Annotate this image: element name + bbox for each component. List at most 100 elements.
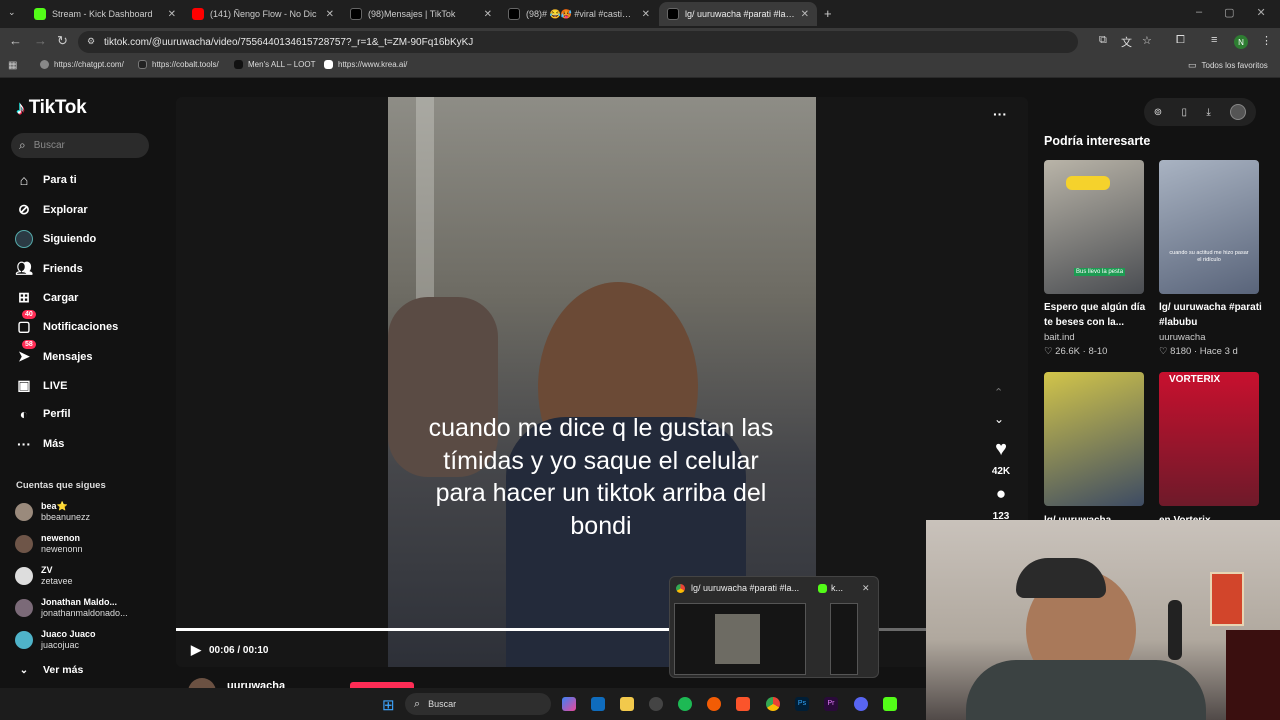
video-thumbnail[interactable]: cuando su actitud me hizo pasar el ridíc… [1159,160,1259,294]
tab-youtube[interactable]: (141) Ñengo Flow - No Dic ✕ [184,2,342,26]
followed-account[interactable]: Jonathan Maldo... jonathanmaldonado... [15,597,128,619]
user-avatar[interactable] [1230,104,1247,120]
preview-thumbnail[interactable] [674,603,806,675]
followed-account[interactable]: ZV zetavee [15,565,73,587]
forward-icon[interactable]: → [34,33,47,48]
friends-icon: 👥︎ [15,260,33,276]
followed-account[interactable]: bea⭐ bbeanunezz [15,501,90,523]
account-handle: juacojuac [41,640,80,650]
tab-tiktok-mensajes[interactable]: (98)Mensajes | TikTok ✕ [342,2,500,26]
notification-badge: 40 [22,310,36,319]
video-thumbnail[interactable]: Bus llevo la pesta [1044,160,1144,294]
profile-avatar[interactable]: N [1234,35,1248,49]
bookmark-loot[interactable]: Men's ALL – LOOT [234,60,315,69]
media-icon[interactable]: ≡ [1211,34,1217,46]
card-title[interactable]: Espero que algún día te beses con la... [1044,300,1156,330]
discord-icon[interactable] [854,697,868,711]
close-tab-icon[interactable]: ✕ [326,9,334,20]
close-window-icon[interactable]: ✕ [1257,6,1266,19]
bookmark-cobalt[interactable]: https://cobalt.tools/ [138,60,219,69]
premiere-icon[interactable]: Pr [824,697,838,711]
brave-icon[interactable] [736,697,750,711]
tiktok-icon [667,8,679,20]
tab-tiktok-viral[interactable]: (98)# 😂🥵 #viral #castigofant ✕ [500,2,658,26]
comment-icon[interactable]: ● [988,484,1014,504]
following-section-title: Cuentas que sigues [16,480,106,491]
reload-icon[interactable]: ↻ [57,33,68,49]
photoshop-icon[interactable]: Ps [795,697,809,711]
nav-friends[interactable]: 👥︎ Friends [15,260,83,277]
card-author[interactable]: bait.ind [1044,332,1075,343]
close-tab-icon[interactable]: ✕ [484,9,492,20]
card-title[interactable]: lg/ uuruwacha #parati #labubu [1159,300,1271,330]
nav-label: Más [43,438,65,450]
nav-notificaciones[interactable]: ▢ 40 Notificaciones [15,310,118,335]
close-preview-icon[interactable]: ✕ [862,583,870,594]
avatar [15,503,33,521]
previous-video-icon[interactable]: ⌃ [994,386,1003,399]
site-info-icon[interactable]: ⚙ [87,36,95,47]
nav-live[interactable]: ▣ LIVE [15,377,67,394]
more-options-icon[interactable]: ··· [993,106,1007,122]
page-tools: ⊚ ▯ ⤓ [1144,98,1256,126]
tiktok-logo[interactable]: ♪ TikTok [16,97,87,119]
nav-siguiendo[interactable]: Siguiendo [15,230,96,248]
tiktok-icon [350,8,362,20]
close-tab-icon[interactable]: ✕ [801,9,809,20]
close-tab-icon[interactable]: ✕ [642,9,650,20]
back-icon[interactable]: ← [9,33,22,48]
spotify-icon[interactable] [678,697,692,711]
next-video-icon[interactable]: ⌄ [994,412,1004,426]
star-icon[interactable]: ☆ [1142,34,1152,47]
restore-icon[interactable]: ▢ [1224,6,1234,19]
obs-icon[interactable] [649,697,663,711]
copilot-icon[interactable] [562,697,576,711]
phone-icon[interactable]: ▯ [1182,107,1188,118]
file-explorer-icon[interactable] [620,697,634,711]
tab-tiktok-active[interactable]: lg/ uuruwacha #parati #labu ✕ [659,2,817,26]
tab-search-chevron-icon[interactable]: ⌄ [8,7,16,18]
play-icon[interactable]: ▶ [191,642,201,658]
preview-thumbnail-second[interactable] [830,603,858,675]
nav-para-ti[interactable]: ⌂ Para ti [15,172,77,188]
video-thumbnail[interactable]: VORTERIX [1159,372,1259,506]
download-icon[interactable]: ⤓ [1206,107,1210,118]
search-input[interactable]: ⌕ Buscar [11,133,149,158]
taskbar-window-preview[interactable]: lg/ uuruwacha #parati #la... k... ✕ [669,576,879,678]
address-bar[interactable]: ⚙ tiktok.com/@uuruwacha/video/7556440134… [78,31,1078,53]
nav-perfil[interactable]: ◐ Perfil [15,406,71,422]
windows-start-icon[interactable]: ⊞ [382,696,395,714]
all-bookmarks[interactable]: ▭ Todos los favoritos [1188,60,1268,71]
new-tab-button[interactable]: + [824,6,832,21]
nav-explorar[interactable]: ⊘ Explorar [15,201,88,218]
nav-cargar[interactable]: ⊞ Cargar [15,289,78,306]
nav-mas[interactable]: ··· Más [15,436,64,452]
menu-icon[interactable]: ⋮ [1261,34,1272,47]
taskbar-search[interactable]: ⌕ Buscar [405,693,551,715]
minimize-icon[interactable]: – [1196,6,1202,19]
followed-account[interactable]: newenon newenonn [15,533,83,555]
followed-account[interactable]: Juaco Juaco juacojuac [15,629,96,651]
extensions-icon[interactable]: ⧠ [1176,34,1185,47]
thumbnail-caption: Bus llevo la pesta [1074,268,1126,276]
bookmark-chatgpt[interactable]: https://chatgpt.com/ [40,60,124,69]
see-more-button[interactable]: ⌄ Ver más [15,664,84,676]
apps-icon[interactable]: ▦ [8,60,17,71]
nav-mensajes[interactable]: ➤ 58 Mensajes [15,340,93,365]
tab-kick-dashboard[interactable]: Stream - Kick Dashboard ✕ [26,2,184,26]
coin-icon[interactable]: ⊚ [1154,107,1162,118]
app-icon[interactable] [707,697,721,711]
video-thumbnail[interactable] [1044,372,1144,506]
translate-icon[interactable]: 文 [1121,34,1132,50]
card-author[interactable]: uuruwacha [1159,332,1205,343]
close-tab-icon[interactable]: ✕ [168,9,176,20]
kick-icon[interactable] [883,697,897,711]
outlook-icon[interactable] [591,697,605,711]
like-icon[interactable]: ♥ [988,438,1014,461]
install-icon[interactable]: ⧉ [1099,34,1107,47]
bookmark-label: https://cobalt.tools/ [152,60,219,69]
chrome-icon[interactable] [766,697,780,711]
account-handle: bbeanunezz [41,512,91,522]
nav-label: LIVE [43,379,68,392]
bookmark-krea[interactable]: https://www.krea.ai/ [324,60,407,69]
